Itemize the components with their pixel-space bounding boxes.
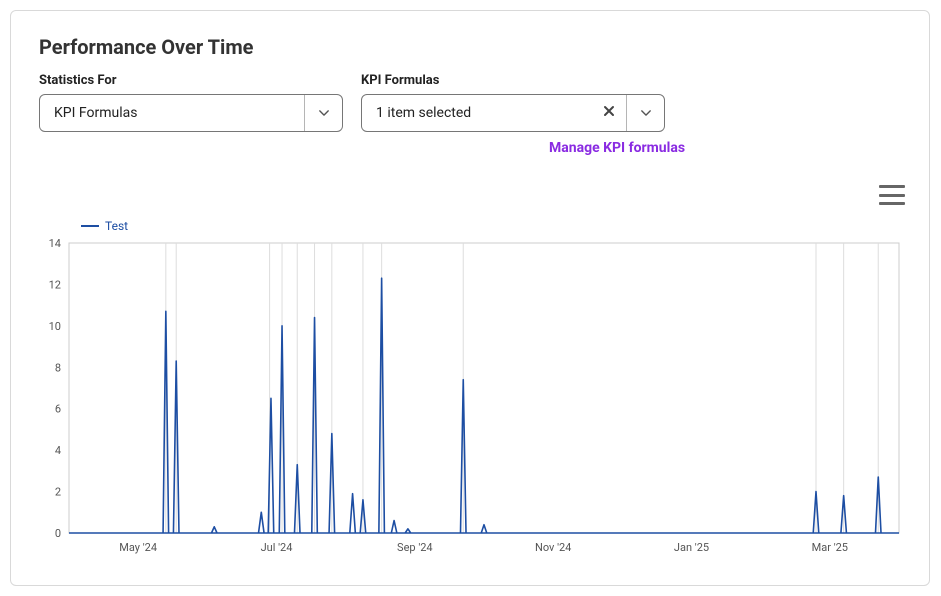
chart-legend: Test [81,219,128,233]
kpi-formulas-select[interactable]: 1 item selected [361,94,665,132]
svg-text:Sep '24: Sep '24 [397,541,433,554]
card-title: Performance Over Time [39,35,901,59]
performance-chart: 0 2 4 6 8 10 12 14 May '24 Jul '24 Sep '24 Nov '24 J… [39,239,903,559]
svg-text:Nov '24: Nov '24 [535,541,571,554]
svg-text:14: 14 [49,239,61,250]
kpi-formulas-caret[interactable] [626,95,664,131]
svg-text:Jul '24: Jul '24 [261,541,293,554]
svg-text:May '24: May '24 [119,541,157,554]
chevron-down-icon [317,106,331,120]
kpi-formulas-group: KPI Formulas 1 item selected [361,73,665,132]
svg-text:10: 10 [49,320,61,333]
stats-for-caret[interactable] [304,95,342,131]
stats-for-group: Statistics For KPI Formulas [39,73,343,132]
svg-text:Mar '25: Mar '25 [812,541,848,554]
stats-for-select[interactable]: KPI Formulas [39,94,343,132]
chart-menu-button[interactable] [879,185,905,205]
svg-text:12: 12 [49,278,61,291]
manage-row: Manage KPI formulas [39,140,901,156]
svg-text:2: 2 [55,486,61,499]
legend-label: Test [105,219,128,233]
hamburger-icon [879,185,905,188]
svg-text:6: 6 [55,403,61,416]
manage-kpi-link[interactable]: Manage KPI formulas [361,140,685,156]
chevron-down-icon [639,106,653,120]
kpi-formulas-value: 1 item selected [362,105,592,121]
close-icon [603,105,615,117]
chart-area: 0 2 4 6 8 10 12 14 May '24 Jul '24 Sep '24 Nov '24 J… [39,239,903,559]
controls-row: Statistics For KPI Formulas KPI Formulas… [39,73,901,132]
stats-for-value: KPI Formulas [40,105,304,121]
svg-text:8: 8 [55,361,61,374]
performance-card: Performance Over Time Statistics For KPI… [10,10,930,586]
kpi-formulas-label: KPI Formulas [361,73,665,88]
svg-text:Jan '25: Jan '25 [674,541,709,554]
kpi-formulas-clear[interactable] [592,105,626,121]
svg-text:4: 4 [55,444,61,457]
stats-for-label: Statistics For [39,73,343,88]
legend-swatch [81,225,99,227]
svg-text:0: 0 [55,527,61,540]
